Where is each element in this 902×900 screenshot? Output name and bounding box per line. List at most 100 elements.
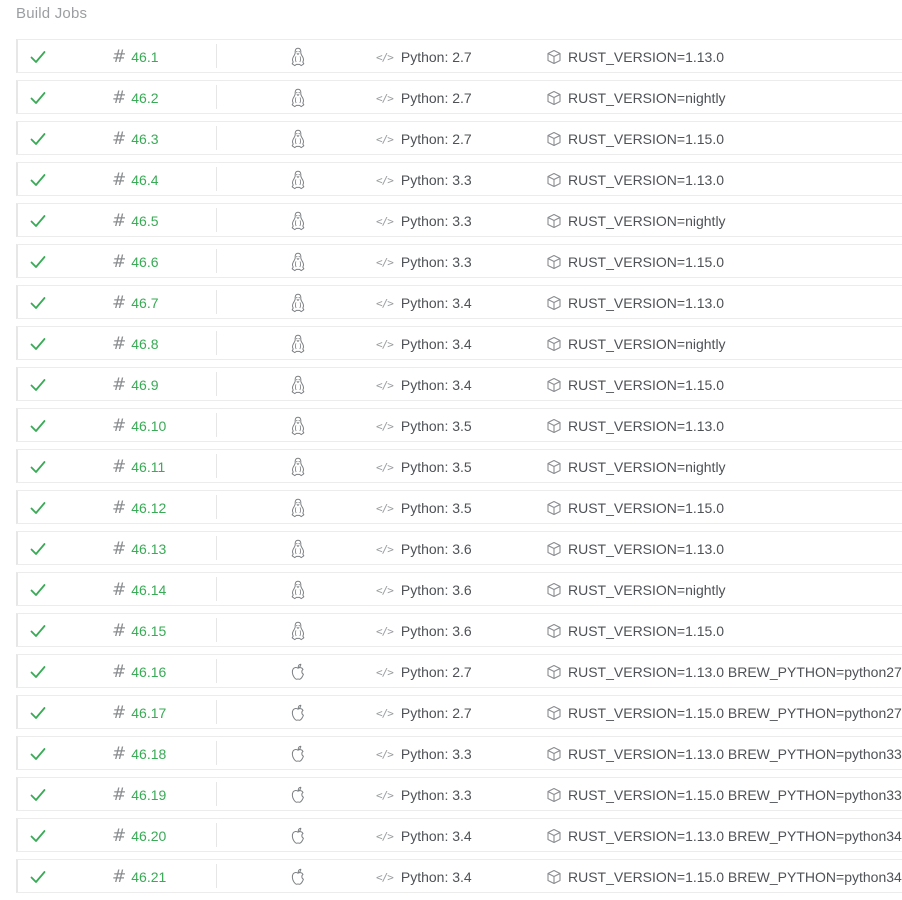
job-number-link[interactable]: 46.17 xyxy=(131,705,166,721)
job-language: Python: 3.6 xyxy=(400,541,472,557)
env-box-icon xyxy=(546,295,562,311)
job-number-link[interactable]: 46.12 xyxy=(131,500,166,516)
job-env: RUST_VERSION=1.15.0 xyxy=(568,500,725,516)
job-language: Python: 2.7 xyxy=(400,49,472,65)
column-divider xyxy=(216,577,217,601)
job-row-46.19[interactable]: # 46.19 </> Python: 3.3 RUST_VERSION=1.1… xyxy=(16,777,902,811)
job-env: RUST_VERSION=nightly xyxy=(568,459,726,475)
job-row-46.13[interactable]: # 46.13 </> Python: 3.6 RUST_VERSION=1.1… xyxy=(16,531,902,565)
job-row-46.21[interactable]: # 46.21 </> Python: 3.4 RUST_VERSION=1.1… xyxy=(16,859,902,893)
job-language: Python: 3.5 xyxy=(400,418,472,434)
job-number-link[interactable]: 46.18 xyxy=(131,746,166,762)
column-divider xyxy=(216,495,217,519)
column-divider xyxy=(216,290,217,314)
job-number-link[interactable]: 46.14 xyxy=(131,582,166,598)
job-number-link[interactable]: 46.11 xyxy=(131,459,165,475)
job-language: Python: 3.3 xyxy=(400,746,472,762)
passed-check-icon xyxy=(30,81,50,115)
passed-check-icon xyxy=(30,614,50,648)
job-language: Python: 3.3 xyxy=(400,172,472,188)
job-row-46.14[interactable]: # 46.14 </> Python: 3.6 RUST_VERSION=nig… xyxy=(16,572,902,606)
job-env: RUST_VERSION=1.15.0 BREW_PYTHON=python27 xyxy=(568,705,902,721)
job-row-46.6[interactable]: # 46.6 </> Python: 3.3 RUST_VERSION=1.15… xyxy=(16,244,902,278)
job-row-46.11[interactable]: # 46.11 </> Python: 3.5 RUST_VERSION=nig… xyxy=(16,449,902,483)
job-number-link[interactable]: 46.9 xyxy=(131,377,158,393)
hash-icon: # xyxy=(112,416,127,436)
job-row-46.16[interactable]: # 46.16 </> Python: 2.7 RUST_VERSION=1.1… xyxy=(16,654,902,688)
hash-icon: # xyxy=(112,785,127,805)
column-divider xyxy=(216,126,217,150)
passed-check-icon xyxy=(30,860,50,894)
column-divider xyxy=(216,208,217,232)
job-env: RUST_VERSION=nightly xyxy=(568,90,726,106)
job-number-link[interactable]: 46.2 xyxy=(131,90,158,106)
hash-icon: # xyxy=(112,170,127,190)
column-divider xyxy=(216,167,217,191)
job-number-link[interactable]: 46.13 xyxy=(131,541,166,557)
passed-check-icon xyxy=(30,450,50,484)
job-number-link[interactable]: 46.16 xyxy=(131,664,166,680)
hash-icon: # xyxy=(112,703,127,723)
job-env: RUST_VERSION=1.13.0 xyxy=(568,295,725,311)
column-divider xyxy=(216,700,217,724)
env-box-icon xyxy=(546,131,562,147)
job-env: RUST_VERSION=1.15.0 BREW_PYTHON=python33 xyxy=(568,787,902,803)
hash-icon: # xyxy=(112,293,127,313)
env-box-icon xyxy=(546,459,562,475)
env-box-icon xyxy=(546,336,562,352)
passed-check-icon xyxy=(30,286,50,320)
job-row-46.1[interactable]: # 46.1 </> Python: 2.7 RUST_VERSION=1.13… xyxy=(16,39,902,73)
job-number-link[interactable]: 46.6 xyxy=(131,254,158,270)
column-divider xyxy=(216,85,217,109)
job-number-link[interactable]: 46.5 xyxy=(131,213,158,229)
column-divider xyxy=(216,331,217,355)
job-env: RUST_VERSION=nightly xyxy=(568,582,726,598)
job-row-46.18[interactable]: # 46.18 </> Python: 3.3 RUST_VERSION=1.1… xyxy=(16,736,902,770)
column-divider xyxy=(216,454,217,478)
job-row-46.9[interactable]: # 46.9 </> Python: 3.4 RUST_VERSION=1.15… xyxy=(16,367,902,401)
job-row-46.20[interactable]: # 46.20 </> Python: 3.4 RUST_VERSION=1.1… xyxy=(16,818,902,852)
job-row-46.15[interactable]: # 46.15 </> Python: 3.6 RUST_VERSION=1.1… xyxy=(16,613,902,647)
job-row-46.17[interactable]: # 46.17 </> Python: 2.7 RUST_VERSION=1.1… xyxy=(16,695,902,729)
column-divider xyxy=(216,741,217,765)
job-number-link[interactable]: 46.4 xyxy=(131,172,158,188)
linux-tux-icon xyxy=(288,81,308,115)
linux-tux-icon xyxy=(288,450,308,484)
passed-check-icon xyxy=(30,491,50,525)
job-row-46.3[interactable]: # 46.3 </> Python: 2.7 RUST_VERSION=1.15… xyxy=(16,121,902,155)
hash-icon: # xyxy=(112,744,127,764)
column-divider xyxy=(216,372,217,396)
job-number-link[interactable]: 46.19 xyxy=(131,787,166,803)
hash-icon: # xyxy=(112,88,127,108)
job-number-link[interactable]: 46.15 xyxy=(131,623,166,639)
job-number-link[interactable]: 46.7 xyxy=(131,295,158,311)
env-box-icon xyxy=(546,623,562,639)
job-row-46.4[interactable]: # 46.4 </> Python: 3.3 RUST_VERSION=1.13… xyxy=(16,162,902,196)
job-row-46.12[interactable]: # 46.12 </> Python: 3.5 RUST_VERSION=1.1… xyxy=(16,490,902,524)
job-number-link[interactable]: 46.3 xyxy=(131,131,158,147)
job-number-link[interactable]: 46.8 xyxy=(131,336,158,352)
column-divider xyxy=(216,823,217,847)
apple-icon xyxy=(288,819,308,853)
job-number-link[interactable]: 46.1 xyxy=(131,49,158,65)
linux-tux-icon xyxy=(288,245,308,279)
column-divider xyxy=(216,659,217,683)
apple-icon xyxy=(288,696,308,730)
job-row-46.5[interactable]: # 46.5 </> Python: 3.3 RUST_VERSION=nigh… xyxy=(16,203,902,237)
code-icon: </> xyxy=(376,173,394,187)
job-language: Python: 3.3 xyxy=(400,787,472,803)
job-row-46.8[interactable]: # 46.8 </> Python: 3.4 RUST_VERSION=nigh… xyxy=(16,326,902,360)
job-number-link[interactable]: 46.10 xyxy=(131,418,166,434)
hash-icon: # xyxy=(112,867,127,887)
job-row-46.10[interactable]: # 46.10 </> Python: 3.5 RUST_VERSION=1.1… xyxy=(16,408,902,442)
hash-icon: # xyxy=(112,539,127,559)
code-icon: </> xyxy=(376,378,394,392)
apple-icon xyxy=(288,778,308,812)
job-env: RUST_VERSION=1.13.0 BREW_PYTHON=python33 xyxy=(568,746,902,762)
job-row-46.7[interactable]: # 46.7 </> Python: 3.4 RUST_VERSION=1.13… xyxy=(16,285,902,319)
linux-tux-icon xyxy=(288,532,308,566)
job-number-link[interactable]: 46.20 xyxy=(131,828,166,844)
code-icon: </> xyxy=(376,132,394,146)
job-row-46.2[interactable]: # 46.2 </> Python: 2.7 RUST_VERSION=nigh… xyxy=(16,80,902,114)
passed-check-icon xyxy=(30,655,50,689)
